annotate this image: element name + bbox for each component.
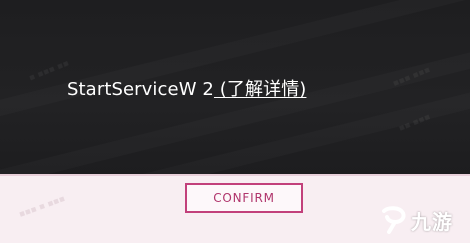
nine-game-logo-icon <box>382 206 406 234</box>
learn-more-link[interactable]: (了解详情) <box>214 79 307 100</box>
background-streak <box>0 0 470 124</box>
dialog-body: ▪ ▪▪▪ ▪▪ ▪▪▪ ▪▪▪ ▪▪ ▪▪▪ StartServiceW 2 … <box>0 0 470 174</box>
background-watermark: ▪▪▪ ▪ ▪▪▪ <box>17 194 67 220</box>
confirm-button[interactable]: CONFIRM <box>185 183 303 213</box>
watermark-brand-text: 九游 <box>411 209 453 234</box>
footer-divider <box>0 174 470 176</box>
background-watermark: ▪ ▪▪▪ ▪▪ <box>27 58 71 84</box>
watermark-logo: 九游 <box>378 200 468 240</box>
error-message-text: StartServiceW 2 <box>67 79 214 100</box>
error-message: StartServiceW 2 (了解详情) <box>67 75 306 101</box>
